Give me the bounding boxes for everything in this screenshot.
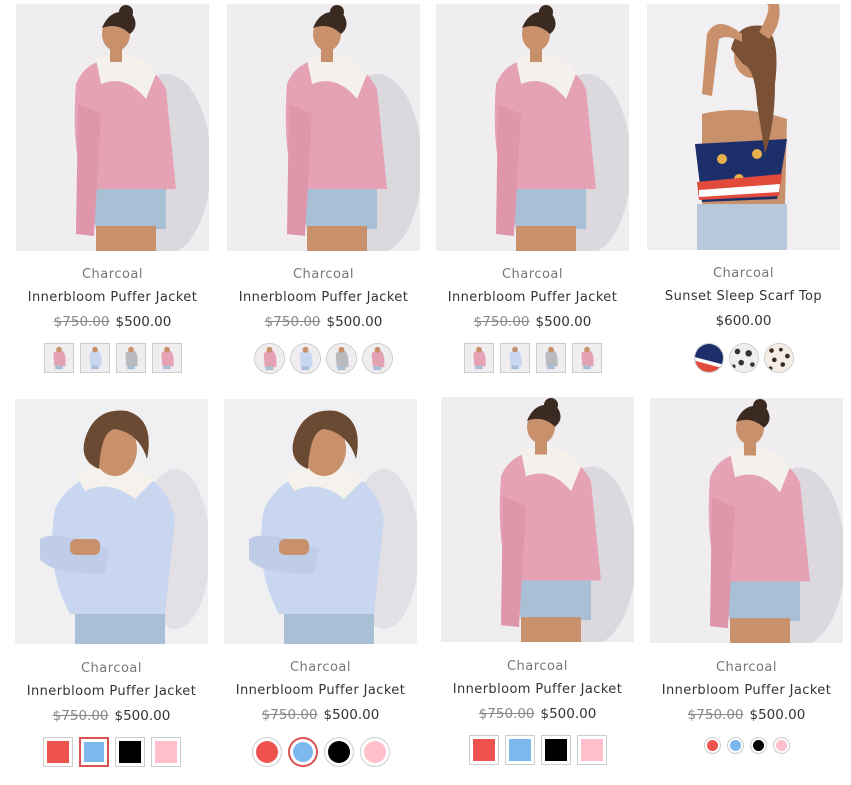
sale-price: $500.00 <box>323 707 380 723</box>
color-swatch[interactable] <box>504 735 535 765</box>
product-title[interactable]: Innerbloom Puffer Jacket <box>650 683 843 698</box>
color-swatches <box>441 735 634 765</box>
color-swatch[interactable] <box>251 737 282 767</box>
color-swatch[interactable] <box>468 735 499 765</box>
color-swatch[interactable] <box>150 737 181 767</box>
swatch-color-fill <box>255 741 278 763</box>
color-swatch[interactable] <box>576 735 607 765</box>
swatch-color-fill <box>508 739 531 761</box>
swatch-color-fill <box>472 739 495 761</box>
swatch-color-fill <box>154 741 177 763</box>
swatch-color-fill <box>327 741 350 763</box>
swatch-color-fill <box>729 740 741 751</box>
product-photo-blue-jacket <box>15 399 208 644</box>
swatch-color-fill <box>83 742 104 762</box>
color-swatch[interactable] <box>114 737 145 767</box>
compare-at-price: $750.00 <box>261 707 318 723</box>
color-swatches <box>224 737 417 767</box>
swatch-color-fill <box>775 740 787 751</box>
compare-at-price: $750.00 <box>478 706 535 722</box>
product-price: $750.00 $500.00 <box>15 708 208 724</box>
compare-at-price: $750.00 <box>687 707 744 723</box>
product-image[interactable] <box>224 399 417 644</box>
color-swatch[interactable] <box>540 735 571 765</box>
color-swatch[interactable] <box>749 737 767 754</box>
color-swatches <box>15 737 208 767</box>
color-swatch[interactable] <box>78 737 109 767</box>
product-brand[interactable]: Charcoal <box>15 661 208 676</box>
swatch-color-fill <box>46 741 69 763</box>
color-swatch[interactable] <box>323 737 354 767</box>
color-swatch[interactable] <box>703 737 721 754</box>
product-title[interactable]: Innerbloom Puffer Jacket <box>224 683 417 698</box>
product-price: $750.00 $500.00 <box>441 706 634 722</box>
product-brand[interactable]: Charcoal <box>650 660 843 675</box>
product-image[interactable] <box>15 399 208 644</box>
product-card[interactable]: Charcoal Innerbloom Puffer Jacket $750.00 $… <box>224 0 417 785</box>
swatch-color-fill <box>580 739 603 761</box>
product-price: $750.00 $500.00 <box>224 707 417 723</box>
product-card[interactable]: Charcoal Innerbloom Puffer Jacket $750.00 $… <box>15 0 208 785</box>
sale-price: $500.00 <box>540 706 597 722</box>
product-title[interactable]: Innerbloom Puffer Jacket <box>15 684 208 699</box>
color-swatch[interactable] <box>359 737 390 767</box>
product-photo-pink-jacket <box>441 397 634 642</box>
color-swatches <box>650 737 843 754</box>
swatch-color-fill <box>118 741 141 763</box>
product-photo-pink-jacket <box>650 398 843 643</box>
product-price: $750.00 $500.00 <box>650 707 843 723</box>
swatch-color-fill <box>752 740 764 751</box>
product-image[interactable] <box>650 398 843 643</box>
product-card[interactable]: Charcoal Innerbloom Puffer Jacket $750.00 $… <box>650 0 843 785</box>
product-image[interactable] <box>441 397 634 642</box>
product-photo-blue-jacket <box>224 399 417 644</box>
swatch-color-fill <box>292 742 313 762</box>
swatch-color-fill <box>544 739 567 761</box>
product-brand[interactable]: Charcoal <box>224 660 417 675</box>
color-swatch[interactable] <box>287 737 318 767</box>
swatch-color-fill <box>363 741 386 763</box>
sale-price: $500.00 <box>114 708 171 724</box>
color-swatch[interactable] <box>726 737 744 754</box>
sale-price: $500.00 <box>749 707 806 723</box>
product-brand[interactable]: Charcoal <box>441 659 634 674</box>
color-swatch[interactable] <box>42 737 73 767</box>
product-title[interactable]: Innerbloom Puffer Jacket <box>441 682 634 697</box>
product-card[interactable]: Charcoal Innerbloom Puffer Jacket $750.00 $… <box>441 0 634 785</box>
color-swatch[interactable] <box>772 737 790 754</box>
compare-at-price: $750.00 <box>52 708 109 724</box>
swatch-color-fill <box>706 740 718 751</box>
